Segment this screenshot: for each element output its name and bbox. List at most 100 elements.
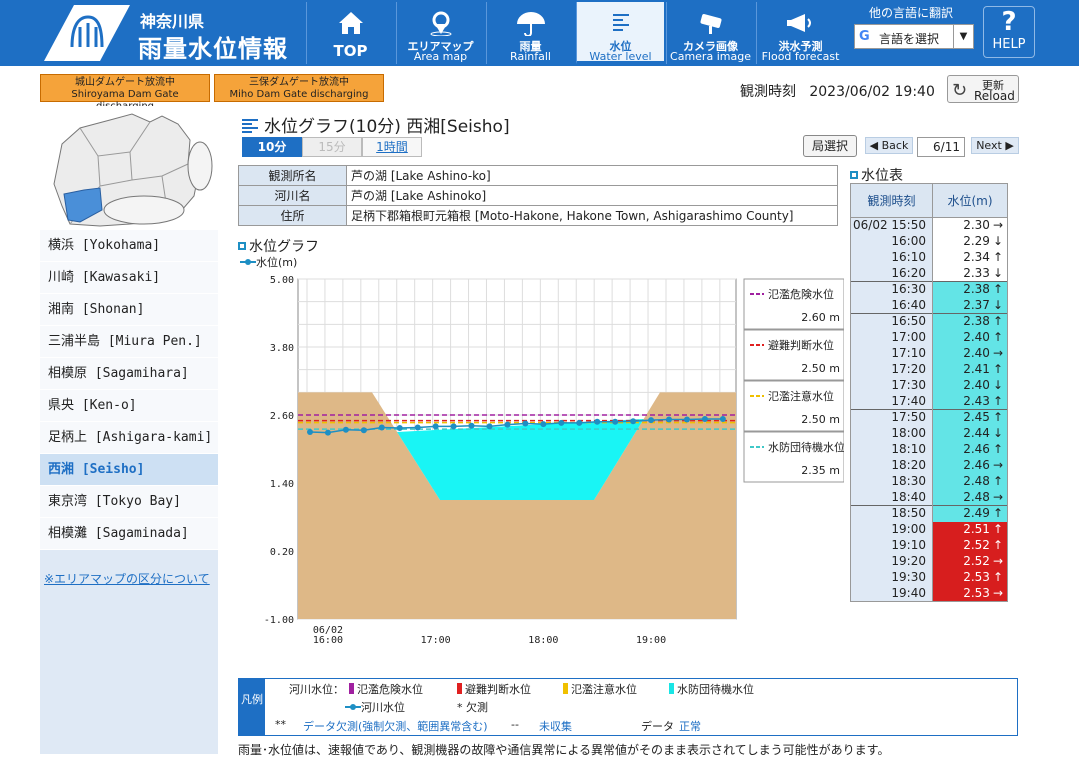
y-tick-label: 3.80 bbox=[270, 343, 294, 354]
next-button[interactable]: Next ▶ bbox=[971, 137, 1019, 154]
row-level: 2.33 ↓ bbox=[932, 265, 1008, 282]
table-row: 17:00 2.40 ↑ bbox=[850, 329, 1008, 346]
row-level: 2.46 ↑ bbox=[932, 441, 1008, 458]
data-point bbox=[360, 427, 367, 434]
row-time: 17:20 bbox=[850, 361, 933, 378]
page-indicator[interactable]: 6/11 bbox=[917, 137, 965, 157]
footer-disclaimer: 雨量･水位値は、速報値であり、観測機器の故障や通信異常による異常値がそのまま表示… bbox=[238, 743, 890, 757]
trend-arrow-icon: ↑ bbox=[992, 410, 1003, 425]
row-level: 2.41 ↑ bbox=[932, 361, 1008, 378]
data-point bbox=[468, 422, 475, 429]
nav-top[interactable]: TOP bbox=[306, 2, 394, 64]
trend-arrow-icon: ↑ bbox=[992, 314, 1003, 329]
trend-arrow-icon: → bbox=[992, 489, 1003, 504]
help-label: HELP bbox=[992, 37, 1026, 52]
y-tick-label: -1.00 bbox=[264, 615, 294, 626]
language-select[interactable]: G 言語を選択 ▼ bbox=[854, 24, 974, 49]
nav-area-map[interactable]: エリアマップ Area map bbox=[396, 2, 484, 64]
threshold-legend-name: 避難判断水位 bbox=[768, 338, 834, 352]
legend-item: 氾濫注意水位 bbox=[563, 681, 637, 697]
trend-arrow-icon: ↑ bbox=[992, 570, 1003, 584]
nav-flood-forecast[interactable]: 洪水予測 Flood forecast bbox=[756, 2, 844, 64]
row-time: 18:40 bbox=[850, 489, 933, 506]
threshold-legend-value: 2.35 m bbox=[801, 464, 840, 477]
data-point bbox=[486, 423, 493, 430]
question-icon: ? bbox=[1001, 7, 1017, 37]
interval-tab-15min: 15分 bbox=[302, 137, 362, 157]
sidebar-item-seisho[interactable]: 西湘 [Seisho] bbox=[40, 454, 218, 486]
dam-notice-miho[interactable]: 三保ダムゲート放流中 Miho Dam Gate discharging bbox=[214, 74, 384, 102]
sidebar-item-yokohama[interactable]: 横浜 [Yokohama] bbox=[40, 230, 218, 262]
nav-camera[interactable]: カメラ画像 Camera image bbox=[666, 2, 754, 64]
table-header-level: 水位(m) bbox=[932, 183, 1008, 218]
sidebar-item-ken-o[interactable]: 県央 [Ken-o] bbox=[40, 390, 218, 422]
home-icon bbox=[339, 12, 363, 34]
data-point bbox=[576, 419, 583, 426]
sidebar-item-ashigara-kami[interactable]: 足柄上 [Ashigara-kami] bbox=[40, 422, 218, 454]
row-time: 19:20 bbox=[850, 553, 933, 570]
series-marker-icon bbox=[345, 704, 361, 710]
data-point bbox=[666, 416, 673, 423]
row-time: 19:10 bbox=[850, 537, 933, 554]
interval-tab-1hour[interactable]: 1時間 bbox=[362, 137, 422, 157]
legend-item: 避難判断水位 bbox=[457, 681, 531, 697]
sidebar-item-tokyo-bay[interactable]: 東京湾 [Tokyo Bay] bbox=[40, 486, 218, 518]
table-row: 18:00 2.44 ↓ bbox=[850, 425, 1008, 442]
table-row: 16:10 2.34 ↑ bbox=[850, 249, 1008, 266]
table-row: 18:40 2.48 → bbox=[850, 489, 1008, 506]
data-point bbox=[342, 426, 349, 433]
legend-desc: 未収集 bbox=[539, 720, 572, 733]
sidebar-item-miura[interactable]: 三浦半島 [Miura Pen.] bbox=[40, 326, 218, 358]
row-level: 2.38 ↑ bbox=[932, 313, 1008, 330]
site-logo[interactable]: 神奈川県 雨量水位情報 bbox=[0, 0, 330, 66]
row-time: 19:40 bbox=[850, 585, 933, 602]
nav-rainfall[interactable]: 雨量 Rainfall bbox=[486, 2, 574, 64]
graph-title: 水位グラフ bbox=[238, 236, 319, 256]
table-row: 06/02 15:50 2.30 → bbox=[850, 217, 1008, 234]
interval-tab-10min[interactable]: 10分 bbox=[242, 137, 302, 157]
data-point bbox=[612, 418, 619, 425]
table-row: 18:50 2.49 ↑ bbox=[850, 505, 1008, 522]
nav-water-level[interactable]: 水位 Water level bbox=[576, 2, 664, 64]
table-header-time: 観測時刻 bbox=[850, 183, 933, 218]
row-time: 16:00 bbox=[850, 233, 933, 250]
dam-notice-shiroyama[interactable]: 城山ダムゲート放流中 Shiroyama Dam Gate dischargin… bbox=[40, 74, 210, 112]
row-level: 2.48 → bbox=[932, 489, 1008, 506]
table-row: 17:20 2.41 ↑ bbox=[850, 361, 1008, 378]
data-point bbox=[648, 417, 655, 424]
help-button[interactable]: ? HELP bbox=[983, 6, 1035, 58]
row-time: 16:30 bbox=[850, 281, 933, 298]
sidebar-item-sagaminada[interactable]: 相模灘 [Sagaminada] bbox=[40, 518, 218, 550]
data-point bbox=[701, 415, 708, 422]
trend-arrow-icon: ↑ bbox=[992, 282, 1003, 297]
row-level: 2.38 ↑ bbox=[932, 281, 1008, 298]
sidebar-item-sagamihara[interactable]: 相模原 [Sagamihara] bbox=[40, 358, 218, 390]
series-marker-icon bbox=[240, 259, 256, 265]
y-tick-label: 1.40 bbox=[270, 479, 294, 490]
data-point bbox=[324, 429, 331, 436]
trend-arrow-icon: ↑ bbox=[992, 522, 1003, 536]
language-select-value: 言語を選択 bbox=[879, 32, 940, 46]
back-button[interactable]: ◀ Back bbox=[865, 137, 913, 154]
sidebar-item-kawasaki[interactable]: 川崎 [Kawasaki] bbox=[40, 262, 218, 294]
square-icon bbox=[850, 171, 858, 179]
row-level: 2.46 → bbox=[932, 457, 1008, 474]
threshold-legend-name: 水防団待機水位 bbox=[768, 440, 844, 454]
camera-icon bbox=[700, 14, 722, 34]
chevron-down-icon: ▼ bbox=[953, 25, 973, 48]
station-select-button[interactable]: 局選択 bbox=[803, 135, 857, 157]
row-time: 06/02 15:50 bbox=[850, 217, 933, 234]
row-level: 2.53 ↑ bbox=[932, 569, 1008, 586]
square-icon bbox=[238, 242, 246, 250]
data-point bbox=[522, 420, 529, 427]
area-map-info-link[interactable]: ※エリアマップの区分について bbox=[44, 570, 210, 587]
sidebar-item-shonan[interactable]: 湘南 [Shonan] bbox=[40, 294, 218, 326]
table-row: 19:00 2.51 ↑ bbox=[850, 521, 1008, 538]
reload-button[interactable]: ↻ 更新 Reload bbox=[947, 75, 1019, 103]
trend-arrow-icon: ↑ bbox=[992, 250, 1003, 264]
area-map[interactable] bbox=[40, 106, 218, 230]
data-point bbox=[558, 419, 565, 426]
row-time: 16:10 bbox=[850, 249, 933, 266]
legend-code: -- bbox=[511, 718, 519, 731]
trend-arrow-icon: ↑ bbox=[992, 330, 1003, 344]
